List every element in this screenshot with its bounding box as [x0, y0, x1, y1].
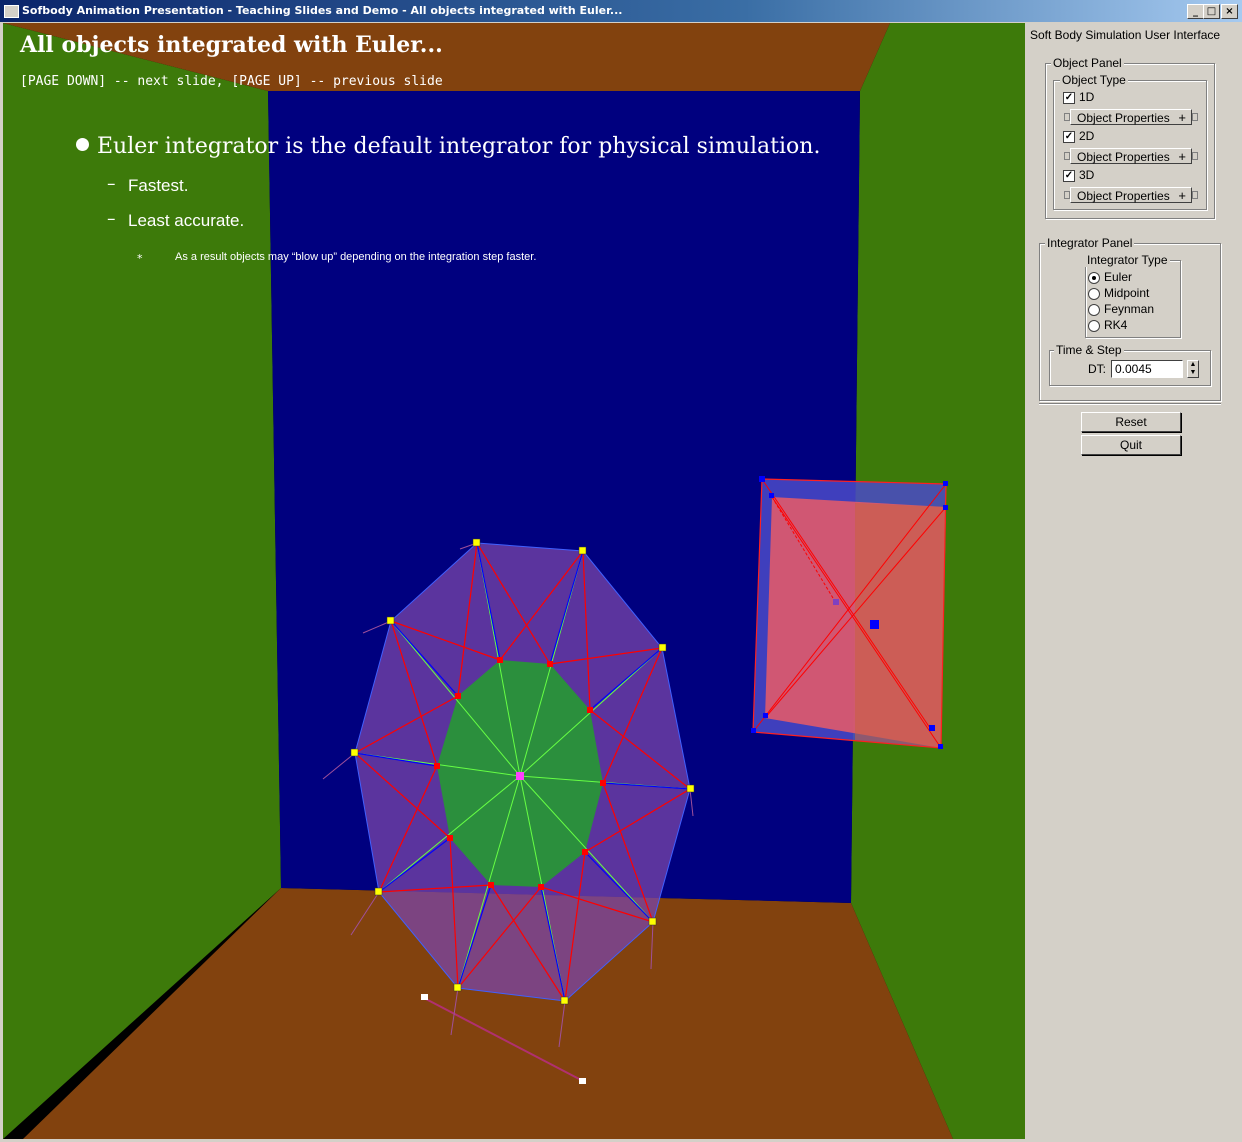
rollout-label: Object Properties: [1077, 111, 1170, 125]
dt-input[interactable]: 0.0045: [1111, 360, 1183, 378]
checkbox-1d-label: 1D: [1079, 90, 1095, 104]
dash-icon: –: [107, 209, 116, 229]
slide-title: All objects integrated with Euler...: [20, 32, 443, 58]
blob-center-mass: [516, 772, 524, 780]
radio-euler-label: Euler: [1104, 270, 1133, 284]
slide-navigation-hint: [PAGE DOWN] -- next slide, [PAGE UP] -- …: [20, 74, 443, 89]
control-panel: Soft Body Simulation User Interface Obje…: [1025, 23, 1239, 1139]
radio-euler[interactable]: [1088, 272, 1100, 284]
radio-midpoint[interactable]: [1088, 288, 1100, 300]
window-title-bar[interactable]: Sofbody Animation Presentation - Teachin…: [0, 0, 1242, 22]
radio-rk4-label: RK4: [1104, 318, 1128, 332]
time-step-label: Time & Step: [1054, 343, 1124, 357]
rollout-handle: [1192, 191, 1198, 199]
object-properties-3d-button[interactable]: Object Properties +: [1070, 187, 1192, 203]
radio-midpoint-label: Midpoint: [1104, 286, 1150, 300]
integrator-type-label: Integrator Type: [1085, 253, 1170, 267]
object-panel-label: Object Panel: [1051, 56, 1124, 70]
radio-feynman[interactable]: [1088, 304, 1100, 316]
plus-icon: +: [1178, 149, 1186, 164]
object-3d: [751, 476, 948, 749]
rollout-handle: [1192, 113, 1198, 121]
mass-point: [421, 994, 428, 1000]
rollout-handle: [1192, 152, 1198, 160]
window-title: Sofbody Animation Presentation - Teachin…: [22, 4, 623, 17]
separator: [1039, 403, 1221, 405]
spin-down-icon[interactable]: ▼: [1188, 369, 1198, 377]
rollout-label: Object Properties: [1077, 150, 1170, 164]
spin-up-icon[interactable]: ▲: [1188, 361, 1198, 369]
maximize-button[interactable]: □: [1203, 4, 1220, 19]
quit-button[interactable]: Quit: [1081, 435, 1181, 455]
slide-bullet: Euler integrator is the default integrat…: [97, 134, 821, 159]
checkbox-3d[interactable]: ✓: [1063, 170, 1075, 182]
integrator-panel-label: Integrator Panel: [1045, 236, 1135, 250]
object-properties-2d-button[interactable]: Object Properties +: [1070, 148, 1192, 164]
dash-icon: –: [107, 174, 116, 194]
minimize-button[interactable]: _: [1187, 4, 1204, 19]
simulation-viewport[interactable]: All objects integrated with Euler... [PA…: [3, 23, 1025, 1139]
rollout-label: Object Properties: [1077, 189, 1170, 203]
checkbox-3d-label: 3D: [1079, 168, 1095, 182]
radio-feynman-label: Feynman: [1104, 302, 1155, 316]
sub-bullet-least-accurate: Least accurate.: [128, 211, 245, 230]
panel-title: Soft Body Simulation User Interface: [1030, 28, 1221, 42]
app-icon: [4, 5, 19, 18]
close-button[interactable]: ×: [1221, 4, 1238, 19]
sub-bullet-fastest: Fastest.: [128, 176, 189, 195]
dt-spinner[interactable]: ▲ ▼: [1187, 360, 1199, 378]
plus-icon: +: [1178, 110, 1186, 125]
checkbox-1d[interactable]: ✓: [1063, 92, 1075, 104]
plus-icon: +: [1178, 188, 1186, 203]
object-type-label: Object Type: [1060, 73, 1128, 87]
star-bullet-icon: *: [137, 252, 143, 265]
mass-point: [579, 1078, 586, 1084]
dt-label: DT:: [1088, 362, 1106, 376]
bullet-dot-icon: [76, 138, 89, 151]
checkbox-2d-label: 2D: [1079, 129, 1095, 143]
reset-button[interactable]: Reset: [1081, 412, 1181, 432]
checkbox-2d[interactable]: ✓: [1063, 131, 1075, 143]
slide-note: As a result objects may “blow up” depend…: [175, 251, 537, 263]
radio-rk4[interactable]: [1088, 320, 1100, 332]
object-properties-1d-button[interactable]: Object Properties +: [1070, 109, 1192, 125]
